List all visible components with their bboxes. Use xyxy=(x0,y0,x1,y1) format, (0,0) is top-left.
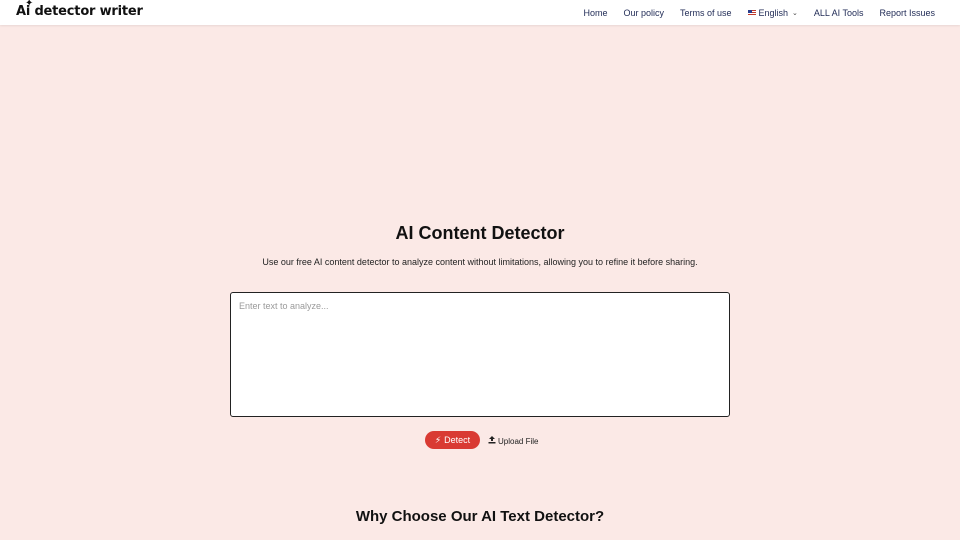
text-input-area[interactable] xyxy=(230,292,730,417)
chevron-down-icon: ⌄ xyxy=(792,9,798,17)
nav-all-tools-link[interactable]: ALL AI Tools xyxy=(814,8,864,18)
nav-terms-link[interactable]: Terms of use xyxy=(680,8,732,18)
nav-links: Home Our policy Terms of use English ⌄ A… xyxy=(567,0,935,25)
site-logo[interactable]: ✦ Ai detector writer xyxy=(16,0,143,19)
upload-file-button[interactable]: Upload File xyxy=(488,435,538,447)
language-dropdown[interactable]: English ⌄ xyxy=(747,7,798,18)
nav-report-link[interactable]: Report Issues xyxy=(879,8,935,18)
page-title: AI Content Detector xyxy=(395,223,565,243)
bolt-icon: ⚡︎ xyxy=(434,434,442,445)
upload-label: Upload File xyxy=(498,436,539,446)
sparkle-icon: ✦ xyxy=(25,0,34,9)
us-flag-icon xyxy=(747,10,756,15)
logo-text: Ai detector writer xyxy=(16,4,143,19)
upload-icon xyxy=(488,436,496,446)
nav-home-link[interactable]: Home xyxy=(583,8,607,18)
top-navbar: ✦ Ai detector writer Home Our policy Ter… xyxy=(0,0,960,25)
page-subtitle: Use our free AI content detector to anal… xyxy=(262,257,698,267)
nav-policy-link[interactable]: Our policy xyxy=(623,8,664,18)
detect-button[interactable]: ⚡︎ Detect xyxy=(425,431,480,449)
detect-label: Detect xyxy=(444,435,471,445)
language-label: English xyxy=(758,7,789,18)
section-title: Why Choose Our AI Text Detector? xyxy=(355,508,605,525)
